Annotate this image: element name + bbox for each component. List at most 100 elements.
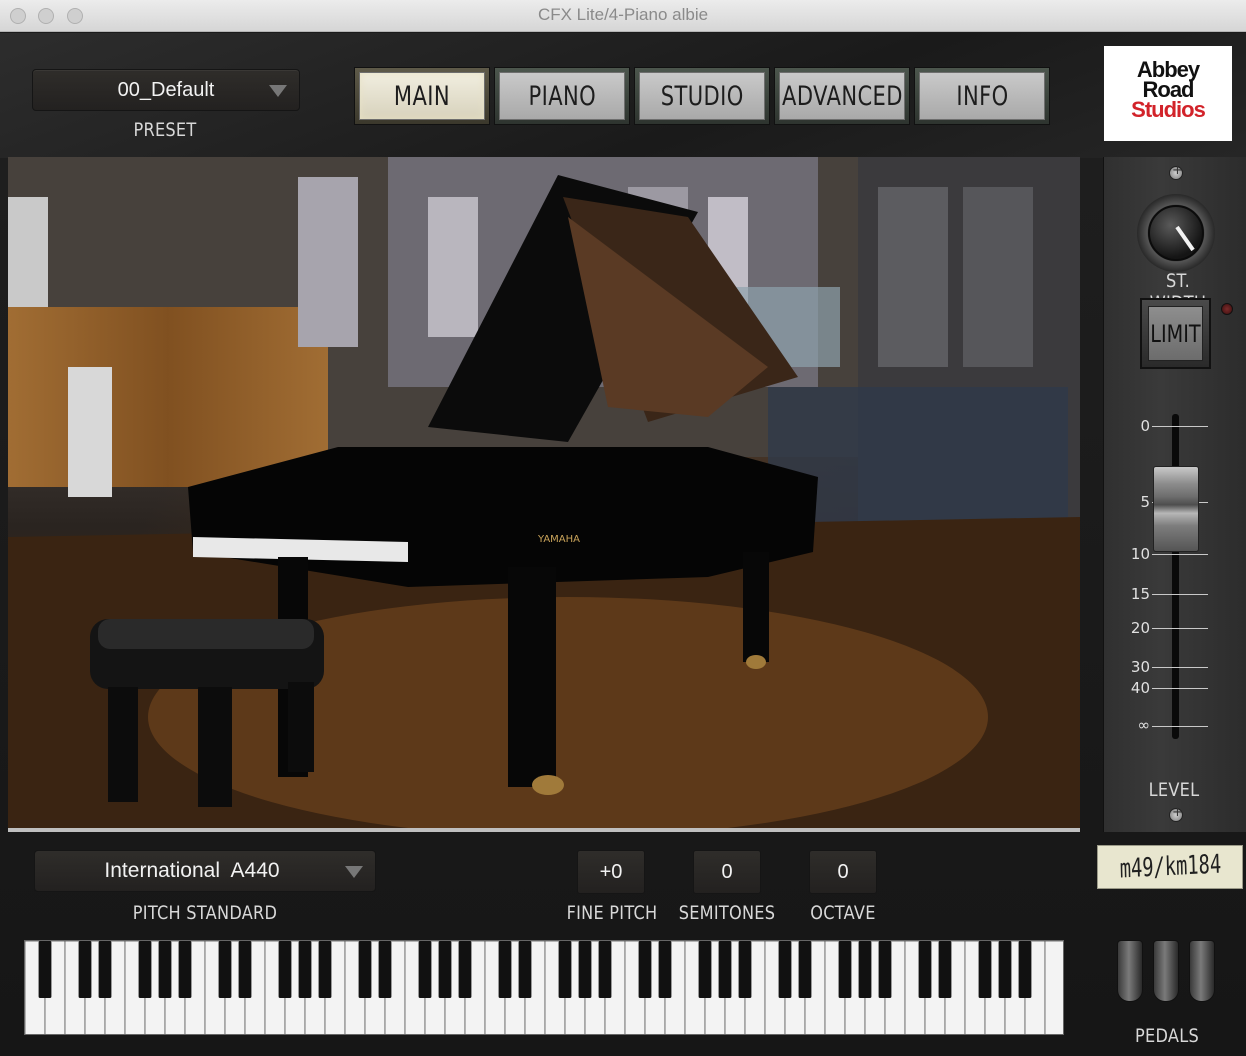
piano-keyboard[interactable] — [24, 940, 1064, 1035]
tab-advanced[interactable]: ADVANCED — [774, 67, 910, 125]
black-key[interactable] — [638, 941, 652, 998]
black-key[interactable] — [278, 941, 292, 998]
black-key[interactable] — [978, 941, 992, 998]
tab-main-label: MAIN — [393, 80, 451, 112]
preset-label: PRESET — [133, 119, 197, 141]
tab-info-label: INFO — [955, 80, 1009, 112]
black-key[interactable] — [798, 941, 812, 998]
fine-pitch-value: +0 — [599, 860, 623, 883]
fine-pitch-field[interactable]: +0 — [577, 850, 645, 894]
tab-info[interactable]: INFO — [914, 67, 1050, 125]
soft-pedal[interactable] — [1117, 940, 1143, 1002]
octave-label: OCTAVE — [810, 902, 876, 924]
black-key[interactable] — [298, 941, 312, 998]
level-tick-5: 5 — [1140, 493, 1150, 511]
black-key[interactable] — [938, 941, 952, 998]
black-key[interactable] — [558, 941, 572, 998]
tick-mark — [1152, 554, 1208, 555]
screw-icon — [1169, 163, 1183, 180]
window-titlebar: CFX Lite/4-Piano albie — [0, 0, 1246, 32]
black-key[interactable] — [218, 941, 232, 998]
level-label: LEVEL — [1148, 779, 1200, 801]
pedals-label: PEDALS — [1135, 1025, 1199, 1047]
tab-piano-label: PIANO — [528, 80, 596, 112]
level-tick-40: 40 — [1130, 679, 1150, 697]
mic-config-label: m49/km184 — [1097, 845, 1243, 889]
tick-mark — [1152, 667, 1208, 668]
tab-main[interactable]: MAIN — [354, 67, 490, 125]
black-key[interactable] — [998, 941, 1012, 998]
preset-select[interactable]: 00_Default — [32, 69, 300, 111]
level-tick-30: 30 — [1130, 658, 1150, 676]
black-key[interactable] — [138, 941, 152, 998]
tab-studio[interactable]: STUDIO — [634, 67, 770, 125]
black-key[interactable] — [918, 941, 932, 998]
chevron-down-icon — [269, 85, 287, 97]
tab-studio-label: STUDIO — [660, 80, 744, 112]
black-key[interactable] — [98, 941, 112, 998]
level-tick-inf: ∞ — [1137, 716, 1151, 734]
abbey-road-logo: Abbey Road Studios — [1104, 46, 1232, 141]
black-key[interactable] — [598, 941, 612, 998]
tick-mark — [1152, 594, 1208, 595]
tick-mark — [1152, 426, 1208, 427]
black-key[interactable] — [838, 941, 852, 998]
level-tick-15: 15 — [1130, 585, 1150, 603]
black-key[interactable] — [738, 941, 752, 998]
tick-mark — [1152, 628, 1208, 629]
black-key[interactable] — [158, 941, 172, 998]
black-key[interactable] — [658, 941, 672, 998]
black-key[interactable] — [778, 941, 792, 998]
semitones-field[interactable]: 0 — [693, 850, 761, 894]
preset-value: 00_Default — [117, 78, 215, 101]
black-key[interactable] — [178, 941, 192, 998]
black-key[interactable] — [498, 941, 512, 998]
black-key[interactable] — [418, 941, 432, 998]
black-key[interactable] — [318, 941, 332, 998]
black-key[interactable] — [698, 941, 712, 998]
sustain-pedal[interactable] — [1189, 940, 1215, 1002]
level-fader-handle[interactable] — [1153, 466, 1199, 552]
black-key[interactable] — [78, 941, 92, 998]
level-fader-track[interactable] — [1172, 414, 1179, 739]
pitch-standard-label: PITCH STANDARD — [132, 902, 278, 924]
piano-illustration: YAMAHA — [8, 157, 1080, 828]
semitones-label: SEMITONES — [678, 902, 776, 924]
tick-mark — [1152, 688, 1208, 689]
pitch-standard-value: International A440 — [104, 859, 280, 882]
octave-value: 0 — [837, 860, 849, 883]
level-tick-10: 10 — [1130, 545, 1150, 563]
sostenuto-pedal[interactable] — [1153, 940, 1179, 1002]
limit-led-icon — [1221, 303, 1233, 315]
black-key[interactable] — [578, 941, 592, 998]
tab-piano[interactable]: PIANO — [494, 67, 630, 125]
logo-line-3: Studios — [1131, 97, 1206, 122]
octave-field[interactable]: 0 — [809, 850, 877, 894]
screw-icon — [1169, 805, 1183, 822]
black-key[interactable] — [38, 941, 52, 998]
black-key[interactable] — [878, 941, 892, 998]
black-key[interactable] — [438, 941, 452, 998]
limit-button[interactable]: LIMIT — [1140, 298, 1211, 369]
black-key[interactable] — [358, 941, 372, 998]
black-key[interactable] — [1018, 941, 1032, 998]
svg-text:YAMAHA: YAMAHA — [537, 534, 580, 545]
black-key[interactable] — [458, 941, 472, 998]
studio-piano-image: YAMAHA — [8, 157, 1080, 832]
white-key[interactable] — [1044, 941, 1064, 1035]
tab-advanced-label: ADVANCED — [781, 80, 903, 112]
semitones-value: 0 — [721, 860, 733, 883]
black-key[interactable] — [858, 941, 872, 998]
keyboard-keys — [25, 941, 1064, 1035]
level-tick-20: 20 — [1130, 619, 1150, 637]
pitch-standard-select[interactable]: International A440 — [34, 850, 376, 892]
mic-config-text: m49/km184 — [1118, 849, 1222, 885]
fine-pitch-label: FINE PITCH — [566, 902, 658, 924]
tick-mark — [1152, 726, 1208, 727]
black-key[interactable] — [718, 941, 732, 998]
black-key[interactable] — [238, 941, 252, 998]
black-key[interactable] — [378, 941, 392, 998]
black-key[interactable] — [518, 941, 532, 998]
limit-label: LIMIT — [1150, 319, 1201, 348]
stereo-width-knob[interactable] — [1148, 205, 1204, 261]
